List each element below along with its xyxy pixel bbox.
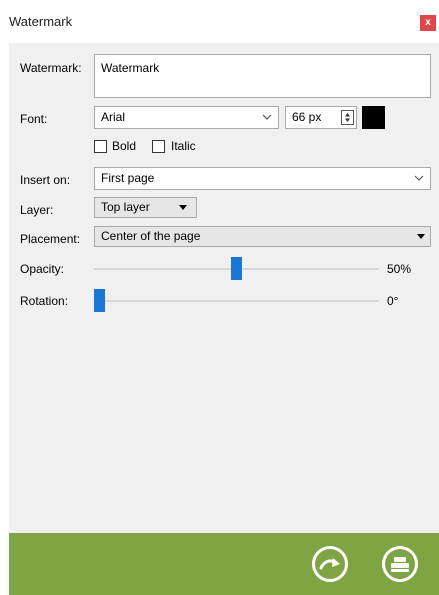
placement-select[interactable]: Center of the page	[94, 226, 431, 247]
caret-down-icon	[178, 198, 188, 223]
watermark-text-field[interactable]: Watermark	[94, 54, 431, 98]
font-family-select[interactable]: Arial	[94, 106, 279, 129]
action-footer	[9, 533, 439, 595]
font-color-swatch[interactable]	[362, 106, 385, 129]
layer-value: Top layer	[101, 200, 150, 214]
font-label: Font:	[20, 112, 48, 126]
bold-checkbox[interactable]	[94, 140, 107, 153]
insert-on-label: Insert on:	[20, 173, 71, 187]
italic-label: Italic	[171, 139, 196, 153]
rotation-slider-track[interactable]	[94, 300, 379, 302]
rotation-label: Rotation:	[20, 294, 69, 308]
redo-arrow-icon[interactable]	[312, 546, 348, 582]
insert-on-select[interactable]: First page	[94, 167, 431, 190]
font-family-value: Arial	[101, 110, 126, 124]
stamp-icon[interactable]	[382, 546, 418, 582]
opacity-label: Opacity:	[20, 262, 65, 276]
title-bar: Watermark x	[0, 0, 439, 43]
bold-label: Bold	[112, 139, 137, 153]
layer-select[interactable]: Top layer	[94, 197, 197, 218]
chevron-down-icon	[414, 168, 424, 196]
insert-on-value: First page	[101, 171, 155, 185]
watermark-label: Watermark:	[20, 61, 82, 75]
chevron-down-icon	[262, 107, 272, 135]
font-size-stepper[interactable]: 66 px	[285, 106, 357, 129]
placement-label: Placement:	[20, 232, 81, 246]
layer-label: Layer:	[20, 203, 54, 217]
opacity-slider-thumb[interactable]	[231, 257, 242, 280]
close-button[interactable]: x	[420, 15, 436, 31]
font-size-value: 66 px	[292, 110, 322, 124]
italic-checkbox[interactable]	[152, 140, 165, 153]
rotation-slider-thumb[interactable]	[94, 289, 105, 312]
watermark-text-value: Watermark	[101, 61, 160, 75]
opacity-value: 50%	[387, 262, 412, 276]
rotation-value: 0°	[387, 294, 399, 308]
caret-down-icon	[416, 227, 426, 252]
placement-value: Center of the page	[101, 229, 201, 243]
window-title: Watermark	[9, 14, 73, 29]
stepper-arrows-icon[interactable]	[341, 110, 354, 125]
